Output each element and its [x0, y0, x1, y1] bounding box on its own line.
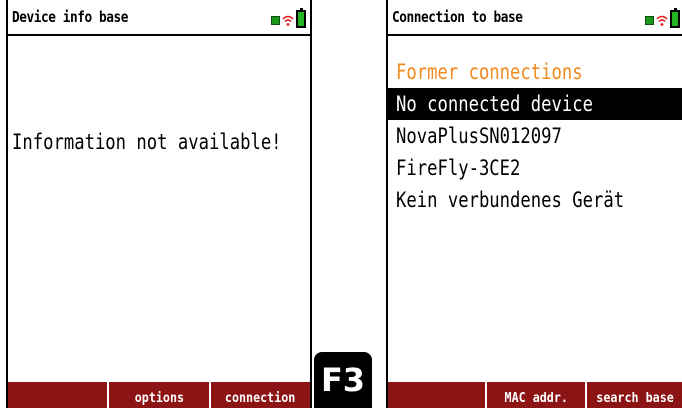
softkey-bar: MAC addr. search base — [388, 382, 682, 408]
f3-key[interactable]: F3 — [314, 352, 372, 408]
softkey-connection[interactable]: connection — [208, 382, 310, 408]
list-item-no-connected-device[interactable]: No connected device — [388, 88, 682, 120]
list-item-firefly[interactable]: FireFly-3CE2 — [388, 152, 682, 184]
wifi-icon — [656, 14, 668, 28]
softkey-1[interactable] — [388, 382, 485, 408]
status-icons — [645, 8, 680, 28]
softkey-bar: options connection — [8, 382, 310, 408]
list-item-kein-verbundenes-geraet[interactable]: Kein verbundenes Gerät — [388, 184, 682, 216]
softkey-mac-addr[interactable]: MAC addr. — [485, 382, 584, 408]
connection-list: Former connections No connected device N… — [388, 56, 682, 216]
softkey-1[interactable] — [8, 382, 107, 408]
screen-title: Connection to base — [392, 8, 523, 26]
softkey-search-base[interactable]: search base — [584, 382, 682, 408]
battery-icon — [670, 8, 680, 28]
connection-screen: Connection to base Former connections No… — [386, 0, 682, 408]
wifi-icon — [282, 14, 294, 28]
status-icons — [271, 8, 306, 28]
title-bar: Device info base — [8, 0, 310, 36]
screen-title: Device info base — [12, 8, 129, 26]
battery-icon — [296, 8, 306, 28]
plug-icon — [645, 16, 654, 25]
device-info-screen: Device info base Information not availab… — [6, 0, 312, 408]
softkey-options[interactable]: options — [107, 382, 208, 408]
info-message: Information not available! — [12, 130, 282, 154]
title-bar: Connection to base — [388, 0, 682, 36]
list-item-novaplus[interactable]: NovaPlusSN012097 — [388, 120, 682, 152]
list-heading: Former connections — [396, 60, 583, 84]
plug-icon — [271, 16, 280, 25]
